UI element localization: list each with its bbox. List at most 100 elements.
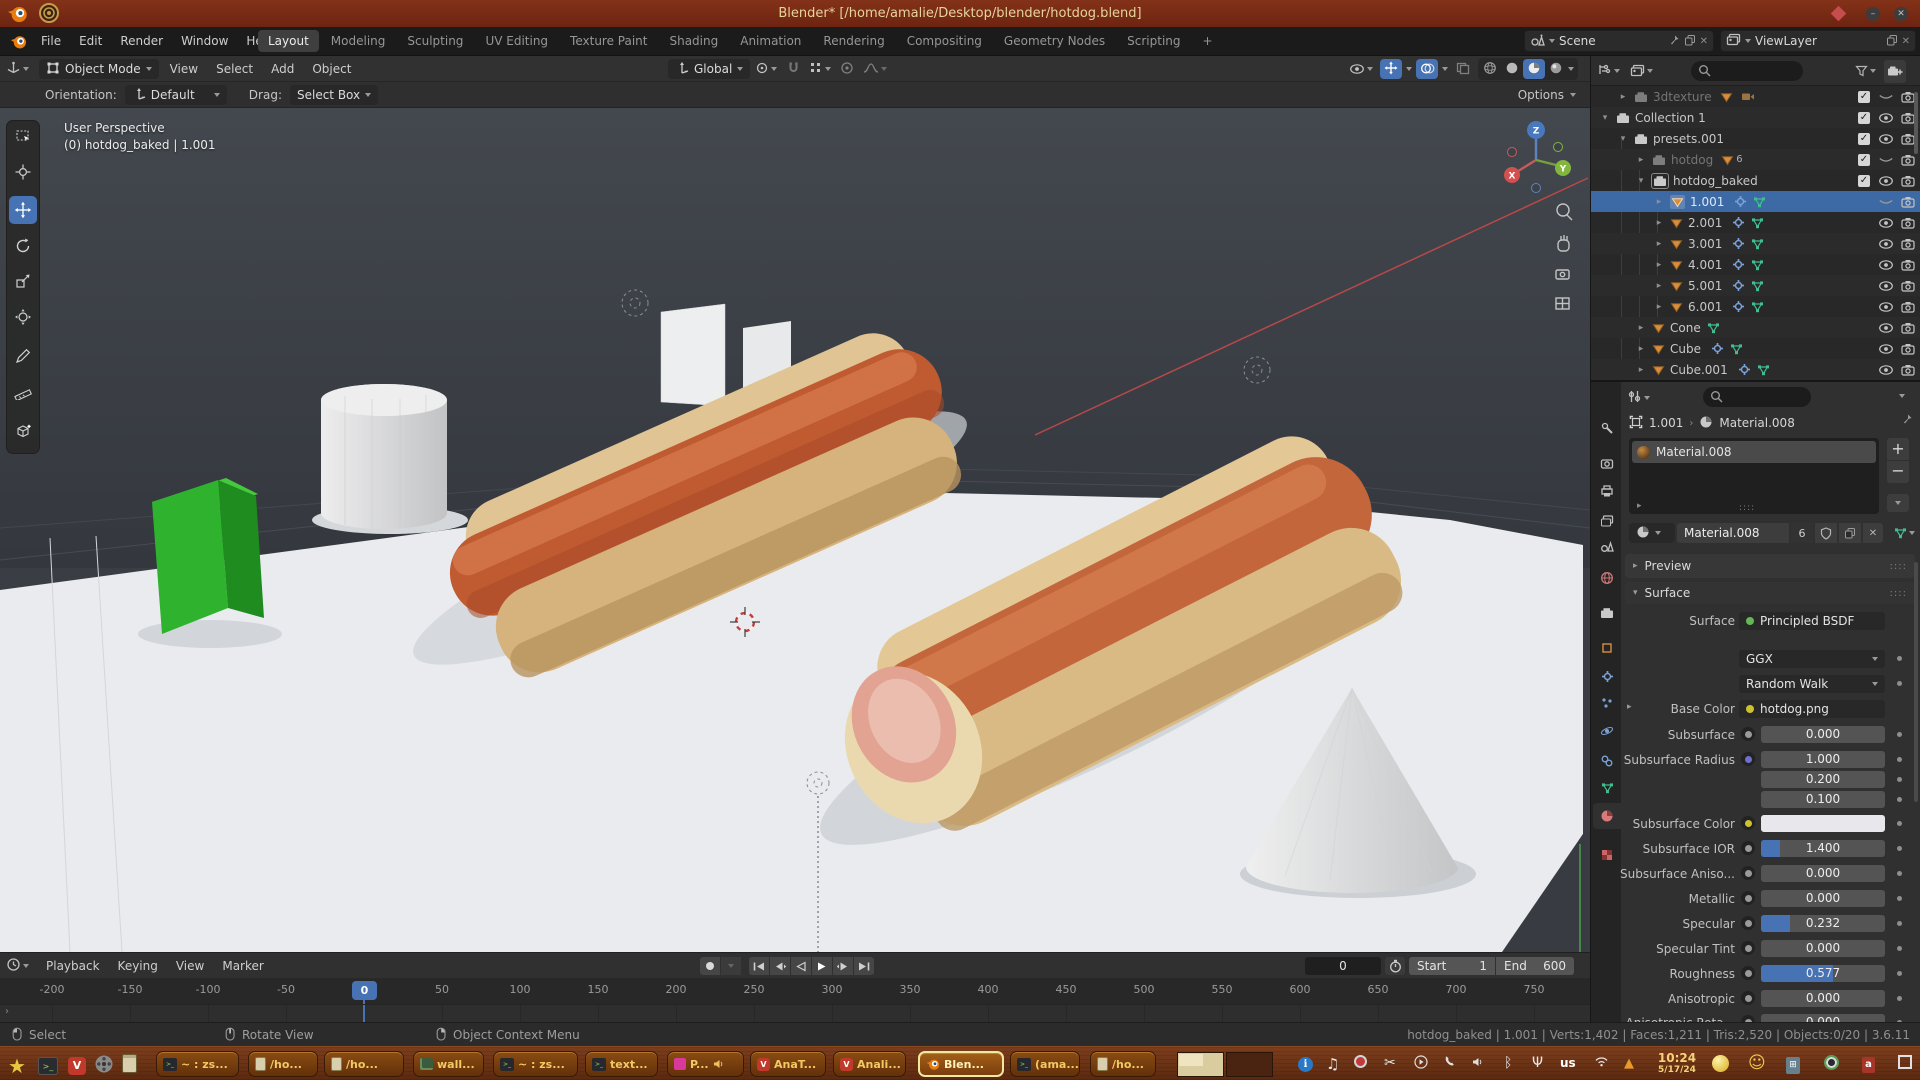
property-slider[interactable]: 0.000	[1761, 990, 1885, 1007]
copy-icon[interactable]	[1684, 34, 1696, 49]
taskbar-window-terminal[interactable]: >_text...	[585, 1051, 658, 1077]
eye-icon[interactable]	[1877, 112, 1895, 124]
shading-wireframe-button[interactable]	[1479, 59, 1501, 79]
property-slider[interactable]: 0.000	[1761, 940, 1885, 957]
input-toggle[interactable]	[1741, 866, 1755, 880]
play-icon[interactable]	[1414, 1055, 1428, 1073]
taskbar-window-file[interactable]: /ho...	[324, 1051, 404, 1077]
timeline-menu-view[interactable]: View	[167, 953, 213, 979]
eye-icon[interactable]	[1877, 364, 1895, 376]
property-slider[interactable]: 0.000	[1761, 890, 1885, 907]
keyframe-decorator[interactable]	[1897, 996, 1902, 1001]
info-icon[interactable]: i	[1298, 1055, 1313, 1072]
workspace-tab-geometry-nodes[interactable]: Geometry Nodes	[994, 30, 1115, 52]
measure-tool[interactable]	[9, 377, 37, 405]
input-toggle[interactable]	[1741, 966, 1755, 980]
timeline-menu-playback[interactable]: Playback	[37, 953, 109, 979]
snap-toggle[interactable]	[782, 59, 804, 79]
eye-icon[interactable]	[1877, 175, 1895, 187]
property-slider[interactable]: 0.577	[1761, 965, 1885, 982]
workspace-tab-animation[interactable]: Animation	[730, 30, 811, 52]
keyframe-decorator[interactable]	[1897, 732, 1902, 737]
eye-closed-icon[interactable]	[1877, 196, 1895, 208]
keyframe-decorator[interactable]	[1897, 946, 1902, 951]
render-visibility-icon[interactable]	[1899, 259, 1917, 271]
wifi-icon[interactable]	[1594, 1055, 1609, 1071]
exclude-checkbox[interactable]: ✓	[1855, 154, 1873, 166]
bluetooth-icon[interactable]: ᛒ	[1504, 1055, 1512, 1071]
window-frame-icon[interactable]	[1898, 1055, 1912, 1073]
menu-file[interactable]: File	[32, 27, 70, 55]
outliner-row[interactable]: ▸Cone	[1591, 317, 1920, 338]
timeline-menu-keying[interactable]: Keying	[109, 953, 167, 979]
scene-selector[interactable]: Scene ✕	[1524, 30, 1714, 52]
next-keyframe-button[interactable]	[833, 957, 853, 975]
outliner-item-label[interactable]: 6.001	[1688, 300, 1722, 314]
axis-y-label[interactable]: Y	[1559, 165, 1567, 175]
keyframe-decorator[interactable]	[1897, 656, 1902, 661]
workspace-1[interactable]	[1177, 1052, 1224, 1077]
color-swatch[interactable]	[1761, 815, 1885, 832]
snap-settings-dropdown[interactable]	[806, 59, 834, 79]
transform-orientation-dropdown[interactable]: Global	[668, 59, 750, 79]
outliner-scrollbar[interactable]	[1914, 92, 1918, 154]
prev-keyframe-button[interactable]	[770, 957, 790, 975]
display-mode-icon[interactable]	[1630, 62, 1645, 81]
taskbar-window-v-app[interactable]: VAnaT...	[750, 1051, 826, 1077]
input-toggle[interactable]	[1741, 891, 1755, 905]
add-workspace-button[interactable]: +	[1193, 30, 1223, 52]
eye-icon[interactable]	[1877, 301, 1895, 313]
workspace-2[interactable]	[1226, 1052, 1273, 1077]
outliner-item-label[interactable]: Cube.001	[1670, 363, 1728, 377]
keyframe-decorator[interactable]	[1897, 681, 1902, 686]
disclosure-icon[interactable]: ▾	[1599, 113, 1611, 123]
outliner-item-label[interactable]: 3.001	[1688, 237, 1722, 251]
exclude-checkbox[interactable]: ✓	[1855, 175, 1873, 187]
files-launcher[interactable]	[122, 1054, 137, 1077]
axis-x-label[interactable]: X	[1509, 172, 1516, 182]
drag-dropdown[interactable]: Select Box	[290, 85, 378, 105]
outliner-item-label[interactable]: Collection 1	[1635, 111, 1706, 125]
eye-icon[interactable]	[1877, 133, 1895, 145]
scene-name[interactable]: Scene	[1559, 34, 1664, 48]
transform-tool[interactable]	[9, 303, 37, 331]
property-slider[interactable]: 1.400	[1761, 840, 1885, 857]
jump-to-start-button[interactable]	[749, 957, 769, 975]
input-toggle[interactable]	[1741, 916, 1755, 930]
input-toggle[interactable]	[1741, 1015, 1755, 1022]
shading-solid-button[interactable]	[1501, 59, 1523, 79]
axis-z-label[interactable]: Z	[1533, 127, 1540, 137]
play-button[interactable]	[812, 957, 832, 975]
outliner-item-label[interactable]: 1.001	[1690, 195, 1724, 209]
outliner-row[interactable]: ▸Cube.001	[1591, 359, 1920, 380]
disclosure-icon[interactable]: ▸	[1635, 344, 1647, 354]
outliner-item-label[interactable]: 4.001	[1688, 258, 1722, 272]
start-frame-field[interactable]: Start1	[1409, 957, 1495, 975]
property-slider[interactable]: 0.000	[1761, 865, 1885, 882]
keyframe-decorator[interactable]	[1897, 871, 1902, 876]
outliner-item-label[interactable]: hotdog	[1671, 153, 1713, 167]
disclosure-icon[interactable]: ▸	[1635, 323, 1647, 333]
render-visibility-icon[interactable]	[1899, 280, 1917, 292]
taskbar-window-terminal[interactable]: >_(ama...	[1010, 1051, 1080, 1077]
viewport-menu-select[interactable]: Select	[207, 55, 262, 83]
end-frame-field[interactable]: End600	[1496, 957, 1574, 975]
taskbar-window-terminal[interactable]: >_~ : zs...	[493, 1051, 578, 1077]
keyframe-decorator[interactable]	[1897, 971, 1902, 976]
outliner-row[interactable]: ▸hotdog6✓	[1591, 149, 1920, 170]
input-toggle[interactable]	[1741, 816, 1755, 830]
calculator-icon[interactable]: ⊞	[1786, 1055, 1800, 1074]
menu-window[interactable]: Window	[172, 27, 237, 55]
timeline-channels[interactable]: ›	[0, 1004, 1590, 1022]
terminal-launcher[interactable]: >_	[38, 1054, 58, 1075]
taskbar-window-terminal[interactable]: >_~ : zs...	[156, 1051, 239, 1077]
editor-type-outliner-icon[interactable]	[1597, 62, 1612, 81]
viewport-menu-object[interactable]: Object	[303, 55, 360, 83]
keyframe-decorator[interactable]	[1897, 757, 1902, 762]
keyframe-decorator[interactable]	[1897, 896, 1902, 901]
outliner-row[interactable]: ▸5.001	[1591, 275, 1920, 296]
property-dropdown[interactable]: Random Walk	[1739, 675, 1885, 693]
filter-icon[interactable]	[1855, 62, 1868, 81]
property-slider[interactable]: 0.000	[1761, 726, 1885, 743]
proportional-falloff-dropdown[interactable]	[860, 59, 890, 79]
